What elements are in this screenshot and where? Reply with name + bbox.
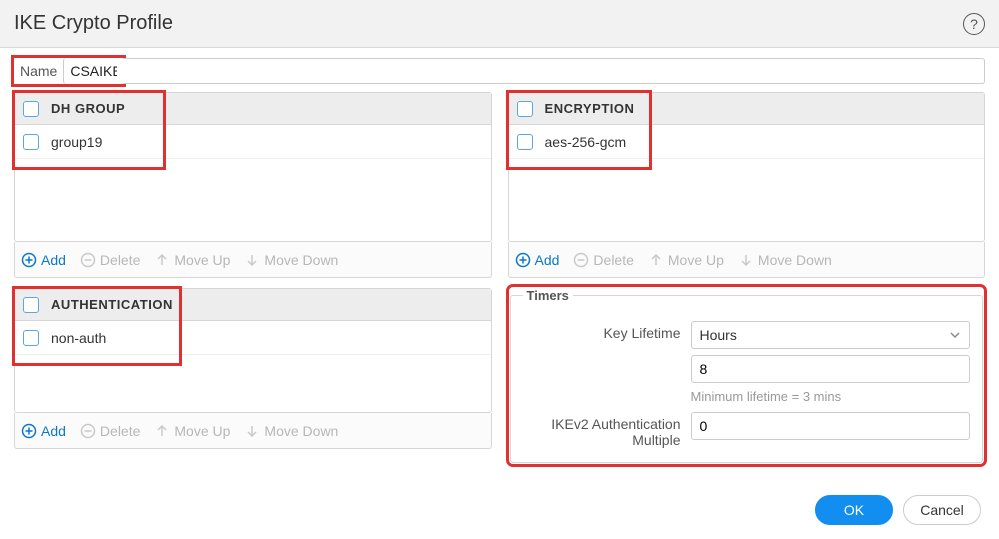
move-up-button[interactable]: Move Up bbox=[154, 423, 230, 439]
delete-button[interactable]: Delete bbox=[573, 252, 633, 268]
move-up-button[interactable]: Move Up bbox=[648, 252, 724, 268]
cancel-button[interactable]: Cancel bbox=[903, 495, 981, 525]
name-field[interactable] bbox=[63, 58, 123, 84]
arrow-down-icon bbox=[244, 423, 260, 439]
timers-legend: Timers bbox=[523, 288, 573, 303]
list-item-label: group19 bbox=[51, 134, 102, 150]
help-icon[interactable]: ? bbox=[963, 13, 985, 35]
name-field-continuation[interactable] bbox=[123, 58, 985, 84]
enc-toolbar: Add Delete Move Up bbox=[508, 242, 986, 278]
dh-group-list: DH Group group19 bbox=[14, 92, 492, 242]
auth-toolbar: Add Delete Move Up bbox=[14, 413, 492, 449]
list-item[interactable]: non-auth bbox=[15, 321, 491, 355]
name-label: Name bbox=[14, 59, 63, 83]
encryption-header[interactable]: Encryption bbox=[509, 93, 985, 125]
minus-circle-icon bbox=[80, 252, 96, 268]
timers-section: Timers Key Lifetime Hours Minimum lifeti… bbox=[510, 288, 984, 463]
ikev2-auth-multiple-label: IKEv2 Authentication Multiple bbox=[523, 412, 691, 448]
checkbox-icon[interactable] bbox=[23, 330, 39, 346]
ikev2-auth-multiple-input[interactable] bbox=[691, 412, 971, 440]
add-button[interactable]: Add bbox=[21, 252, 66, 268]
list-item-label: aes-256-gcm bbox=[545, 134, 627, 150]
encryption-list: Encryption aes-256-gcm bbox=[508, 92, 986, 242]
arrow-down-icon bbox=[738, 252, 754, 268]
add-button[interactable]: Add bbox=[515, 252, 560, 268]
plus-circle-icon bbox=[21, 252, 37, 268]
list-item[interactable]: aes-256-gcm bbox=[509, 125, 985, 159]
minus-circle-icon bbox=[573, 252, 589, 268]
minus-circle-icon bbox=[80, 423, 96, 439]
checkbox-icon[interactable] bbox=[517, 134, 533, 150]
dh-group-header-label: DH Group bbox=[51, 101, 125, 116]
key-lifetime-unit-select[interactable]: Hours bbox=[691, 321, 971, 349]
move-down-button[interactable]: Move Down bbox=[738, 252, 832, 268]
dialog-title: IKE Crypto Profile bbox=[14, 12, 173, 35]
checkbox-icon[interactable] bbox=[23, 134, 39, 150]
arrow-up-icon bbox=[154, 252, 170, 268]
dh-toolbar: Add Delete Move Up bbox=[14, 242, 492, 278]
ok-button[interactable]: OK bbox=[815, 495, 893, 525]
checkbox-icon[interactable] bbox=[23, 297, 39, 313]
add-button[interactable]: Add bbox=[21, 423, 66, 439]
dh-group-header[interactable]: DH Group bbox=[15, 93, 491, 125]
move-up-button[interactable]: Move Up bbox=[154, 252, 230, 268]
checkbox-icon[interactable] bbox=[517, 101, 533, 117]
arrow-down-icon bbox=[244, 252, 260, 268]
key-lifetime-hint: Minimum lifetime = 3 mins bbox=[691, 389, 971, 404]
authentication-list: Authentication non-auth bbox=[14, 288, 492, 413]
move-down-button[interactable]: Move Down bbox=[244, 252, 338, 268]
key-lifetime-label: Key Lifetime bbox=[523, 321, 691, 341]
delete-button[interactable]: Delete bbox=[80, 252, 140, 268]
authentication-header[interactable]: Authentication bbox=[15, 289, 491, 321]
move-down-button[interactable]: Move Down bbox=[244, 423, 338, 439]
key-lifetime-value-input[interactable] bbox=[691, 355, 971, 383]
arrow-up-icon bbox=[154, 423, 170, 439]
plus-circle-icon bbox=[515, 252, 531, 268]
list-item[interactable]: group19 bbox=[15, 125, 491, 159]
chevron-down-icon bbox=[949, 329, 961, 341]
arrow-up-icon bbox=[648, 252, 664, 268]
plus-circle-icon bbox=[21, 423, 37, 439]
checkbox-icon[interactable] bbox=[23, 101, 39, 117]
delete-button[interactable]: Delete bbox=[80, 423, 140, 439]
encryption-header-label: Encryption bbox=[545, 101, 635, 116]
list-item-label: non-auth bbox=[51, 330, 106, 346]
authentication-header-label: Authentication bbox=[51, 297, 173, 312]
key-lifetime-unit-value: Hours bbox=[700, 327, 737, 343]
